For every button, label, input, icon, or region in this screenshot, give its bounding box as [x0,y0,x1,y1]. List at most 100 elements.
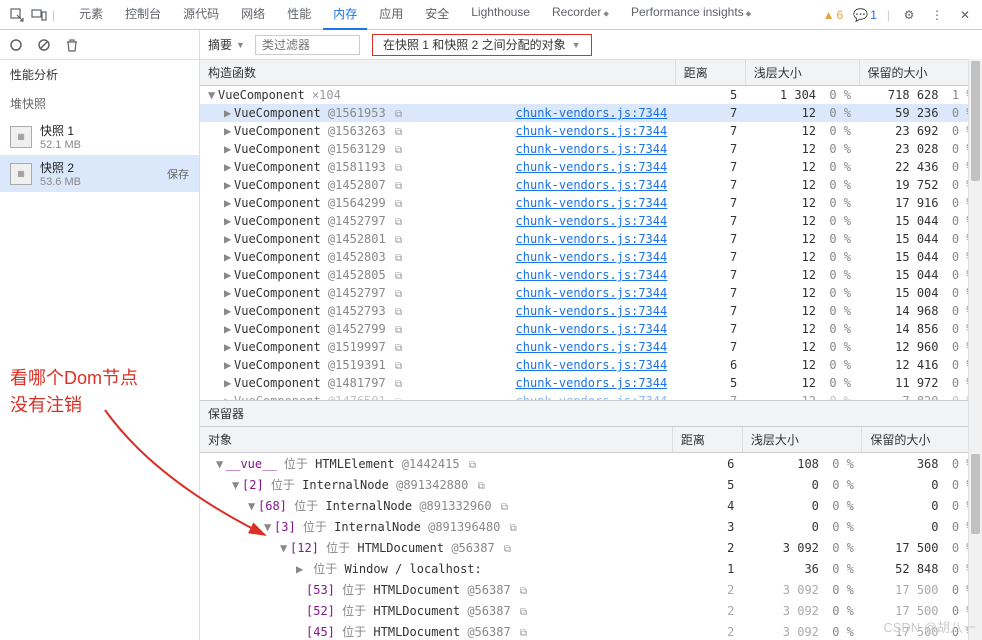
tab-性能[interactable]: 性能 [277,0,321,30]
constructor-row[interactable]: ▶VueComponent @1519391 ⧉ chunk-vendors.j… [200,356,982,374]
summary-dropdown[interactable]: 摘要▼ [208,36,245,53]
warnings-badge[interactable]: ▲ 6 [823,8,844,22]
source-link[interactable]: chunk-vendors.js:7344 [516,358,668,372]
tab-元素[interactable]: 元素 [69,0,113,30]
more-icon[interactable]: ⋮ [928,6,946,24]
constructor-row[interactable]: ▶VueComponent @1476501 ⧉ chunk-vendors.j… [200,392,982,400]
info-badge[interactable]: 💬 1 [853,8,877,22]
source-link[interactable]: chunk-vendors.js:7344 [516,250,668,264]
expand-icon[interactable]: ▶ [224,160,234,174]
expand-icon[interactable]: ▶ [224,250,234,264]
source-link[interactable]: chunk-vendors.js:7344 [516,142,668,156]
source-link[interactable]: chunk-vendors.js:7344 [516,106,668,120]
tab-控制台[interactable]: 控制台 [115,0,171,30]
retainer-row[interactable]: ▼[12] 位于 HTMLDocument @56387 ⧉23 0920 %1… [200,537,982,558]
expand-icon[interactable]: ▼ [264,520,274,534]
constructor-row[interactable]: ▶VueComponent @1452797 ⧉ chunk-vendors.j… [200,284,982,302]
retainer-row[interactable]: [45] 位于 HTMLDocument @56387 ⧉23 0920 %17… [200,621,982,640]
source-link[interactable]: chunk-vendors.js:7344 [516,286,668,300]
copy-icon[interactable]: ⧉ [395,253,402,264]
source-link[interactable]: chunk-vendors.js:7344 [516,196,668,210]
source-link[interactable]: chunk-vendors.js:7344 [516,124,668,138]
record-icon[interactable] [8,37,24,53]
copy-icon[interactable]: ⧉ [395,199,402,210]
copy-icon[interactable]: ⧉ [501,502,508,513]
copy-icon[interactable]: ⧉ [395,289,402,300]
source-link[interactable]: chunk-vendors.js:7344 [516,178,668,192]
copy-icon[interactable]: ⧉ [395,307,402,318]
expand-icon[interactable]: ▼ [280,541,290,555]
expand-icon[interactable]: ▶ [224,124,234,138]
expand-icon[interactable]: ▶ [224,232,234,246]
constructor-row[interactable]: ▶VueComponent @1452793 ⧉ chunk-vendors.j… [200,302,982,320]
tab-安全[interactable]: 安全 [415,0,459,30]
copy-icon[interactable]: ⧉ [395,379,402,390]
source-link[interactable]: chunk-vendors.js:7344 [516,340,668,354]
trash-icon[interactable] [64,37,80,53]
copy-icon[interactable]: ⧉ [395,271,402,282]
expand-icon[interactable]: ▶ [224,268,234,282]
copy-icon[interactable]: ⧉ [469,460,476,471]
copy-icon[interactable]: ⧉ [395,343,402,354]
copy-icon[interactable]: ⧉ [504,544,511,555]
constructor-row[interactable]: ▶VueComponent @1452805 ⧉ chunk-vendors.j… [200,266,982,284]
expand-icon[interactable]: ▼ [248,499,258,513]
expand-icon[interactable]: ▼ [208,88,218,102]
expand-icon[interactable]: ▶ [224,178,234,192]
copy-icon[interactable]: ⧉ [395,181,402,192]
constructor-row[interactable]: ▶VueComponent @1452801 ⧉ chunk-vendors.j… [200,230,982,248]
expand-icon[interactable]: ▶ [224,304,234,318]
close-icon[interactable]: ✕ [956,6,974,24]
constructor-row[interactable]: ▶VueComponent @1452799 ⧉ chunk-vendors.j… [200,320,982,338]
expand-icon[interactable]: ▶ [224,394,234,400]
source-link[interactable]: chunk-vendors.js:7344 [516,322,668,336]
copy-icon[interactable]: ⧉ [395,145,402,156]
expand-icon[interactable]: ▼ [232,478,242,492]
source-link[interactable]: chunk-vendors.js:7344 [516,160,668,174]
inspect-icon[interactable] [8,6,26,24]
constructor-row[interactable]: ▶VueComponent @1452797 ⧉ chunk-vendors.j… [200,212,982,230]
copy-icon[interactable]: ⧉ [395,325,402,336]
tab-Recorder[interactable]: Recorder ⬥ [542,0,619,30]
source-link[interactable]: chunk-vendors.js:7344 [516,232,668,246]
retainer-row[interactable]: [52] 位于 HTMLDocument @56387 ⧉23 0920 %17… [200,600,982,621]
constructor-row[interactable]: ▶VueComponent @1563263 ⧉ chunk-vendors.j… [200,122,982,140]
retainer-row[interactable]: [53] 位于 HTMLDocument @56387 ⧉23 0920 %17… [200,579,982,600]
vertical-scrollbar[interactable] [968,59,982,640]
snapshot-item[interactable]: ▦快照 253.6 MB保存 [0,155,199,192]
expand-icon[interactable]: ▶ [224,214,234,228]
retainer-row[interactable]: ▼[68] 位于 InternalNode @891332960 ⧉400 %0… [200,495,982,516]
copy-icon[interactable]: ⧉ [520,607,527,618]
device-icon[interactable] [30,6,48,24]
retainer-row[interactable]: ▼__vue__ 位于 HTMLElement @1442415 ⧉61080 … [200,453,982,475]
source-link[interactable]: chunk-vendors.js:7344 [516,394,668,400]
expand-icon[interactable]: ▶ [296,562,306,576]
settings-icon[interactable]: ⚙ [900,6,918,24]
diff-filter-dropdown[interactable]: 在快照 1 和快照 2 之间分配的对象▼ [372,34,592,56]
expand-icon[interactable]: ▶ [224,106,234,120]
copy-icon[interactable]: ⧉ [395,361,402,372]
tab-Lighthouse[interactable]: Lighthouse [461,0,540,30]
expand-icon[interactable]: ▼ [216,457,226,471]
retainer-row[interactable]: ▼[3] 位于 InternalNode @891396480 ⧉300 %00… [200,516,982,537]
constructor-group-row[interactable]: ▼VueComponent ×10451 3040 %718 6281 % [200,86,982,105]
source-link[interactable]: chunk-vendors.js:7344 [516,268,668,282]
constructor-row[interactable]: ▶VueComponent @1561953 ⧉ chunk-vendors.j… [200,104,982,122]
constructor-row[interactable]: ▶VueComponent @1452803 ⧉ chunk-vendors.j… [200,248,982,266]
tab-Performance insights[interactable]: Performance insights ⬥ [621,0,761,30]
constructor-row[interactable]: ▶VueComponent @1452807 ⧉ chunk-vendors.j… [200,176,982,194]
retainer-row[interactable]: ▼[2] 位于 InternalNode @891342880 ⧉500 %00… [200,474,982,495]
source-link[interactable]: chunk-vendors.js:7344 [516,304,668,318]
expand-icon[interactable]: ▶ [224,340,234,354]
retainer-row[interactable]: ▶ 位于 Window / localhost:1360 %52 8480 % [200,558,982,579]
tab-源代码[interactable]: 源代码 [173,0,229,30]
copy-icon[interactable]: ⧉ [395,127,402,138]
copy-icon[interactable]: ⧉ [395,109,402,120]
copy-icon[interactable]: ⧉ [395,235,402,246]
copy-icon[interactable]: ⧉ [395,163,402,174]
copy-icon[interactable]: ⧉ [510,523,517,534]
clear-icon[interactable] [36,37,52,53]
expand-icon[interactable]: ▶ [224,376,234,390]
constructor-row[interactable]: ▶VueComponent @1564299 ⧉ chunk-vendors.j… [200,194,982,212]
source-link[interactable]: chunk-vendors.js:7344 [516,376,668,390]
